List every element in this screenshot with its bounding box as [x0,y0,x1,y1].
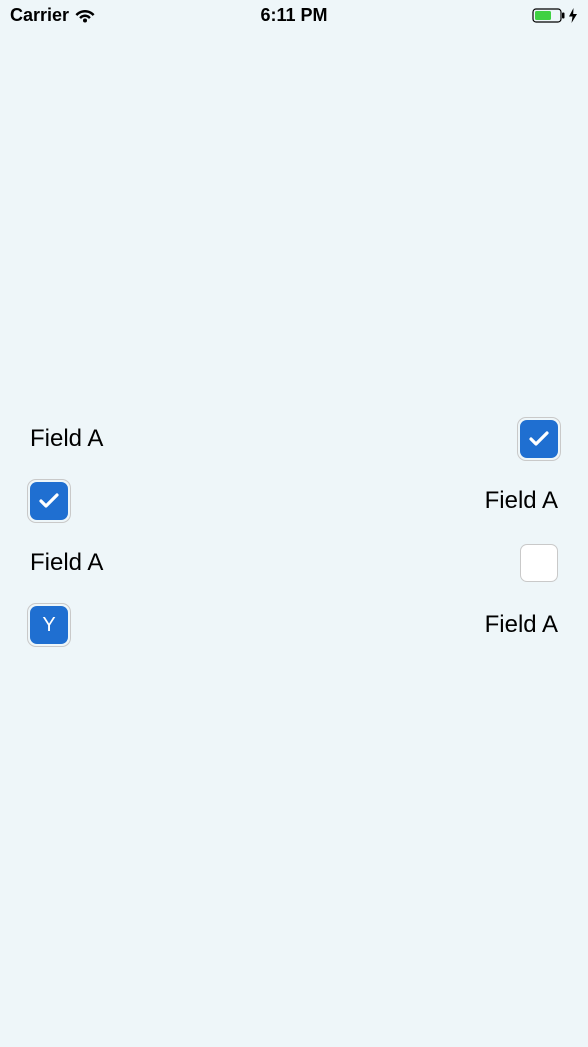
checkbox-text: Y [42,614,55,637]
field-label: Field A [30,549,103,577]
status-left: Carrier [10,5,95,26]
checkbox[interactable] [520,420,558,458]
checkbox[interactable] [520,544,558,582]
checkbox[interactable] [30,482,68,520]
check-icon [529,431,549,447]
form-row: Y Field A [30,594,558,656]
status-bar: Carrier 6:11 PM [0,0,588,30]
field-label: Field A [485,611,558,639]
field-label: Field A [485,487,558,515]
field-label: Field A [30,425,103,453]
form-row: Field A [30,470,558,532]
check-icon [39,493,59,509]
status-time: 6:11 PM [260,5,327,26]
form-row: Field A [30,408,558,470]
wifi-icon [75,8,95,23]
charging-icon [568,8,578,23]
battery-icon [532,8,566,23]
form-row: Field A [30,532,558,594]
form-content: Field A Field A Field A [30,408,558,656]
status-right [532,8,578,23]
checkbox[interactable]: Y [30,606,68,644]
carrier-label: Carrier [10,5,69,26]
